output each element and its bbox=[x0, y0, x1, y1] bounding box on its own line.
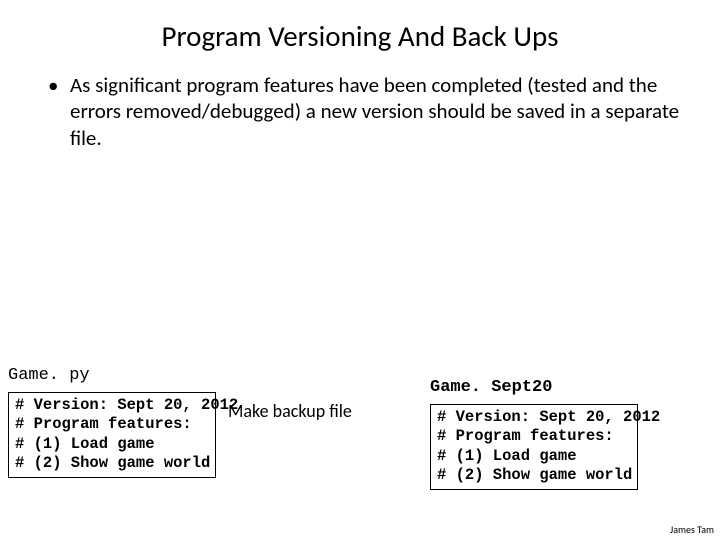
slide-title: Program Versioning And Back Ups bbox=[0, 0, 720, 72]
file-name-left: Game. py bbox=[8, 366, 90, 385]
bullet-marker: • bbox=[48, 72, 70, 151]
bullet-item: • As significant program features have b… bbox=[0, 72, 720, 151]
author-attribution: James Tam bbox=[670, 523, 714, 536]
diagram-area: Game. py Game. Sept20 # Version: Sept 20… bbox=[0, 360, 720, 520]
code-box-left: # Version: Sept 20, 2012 # Program featu… bbox=[8, 392, 216, 478]
bullet-text: As significant program features have bee… bbox=[70, 72, 680, 151]
arrow-label: Make backup file bbox=[228, 400, 352, 422]
code-box-right: # Version: Sept 20, 2012 # Program featu… bbox=[430, 404, 638, 490]
file-name-right: Game. Sept20 bbox=[430, 378, 552, 397]
